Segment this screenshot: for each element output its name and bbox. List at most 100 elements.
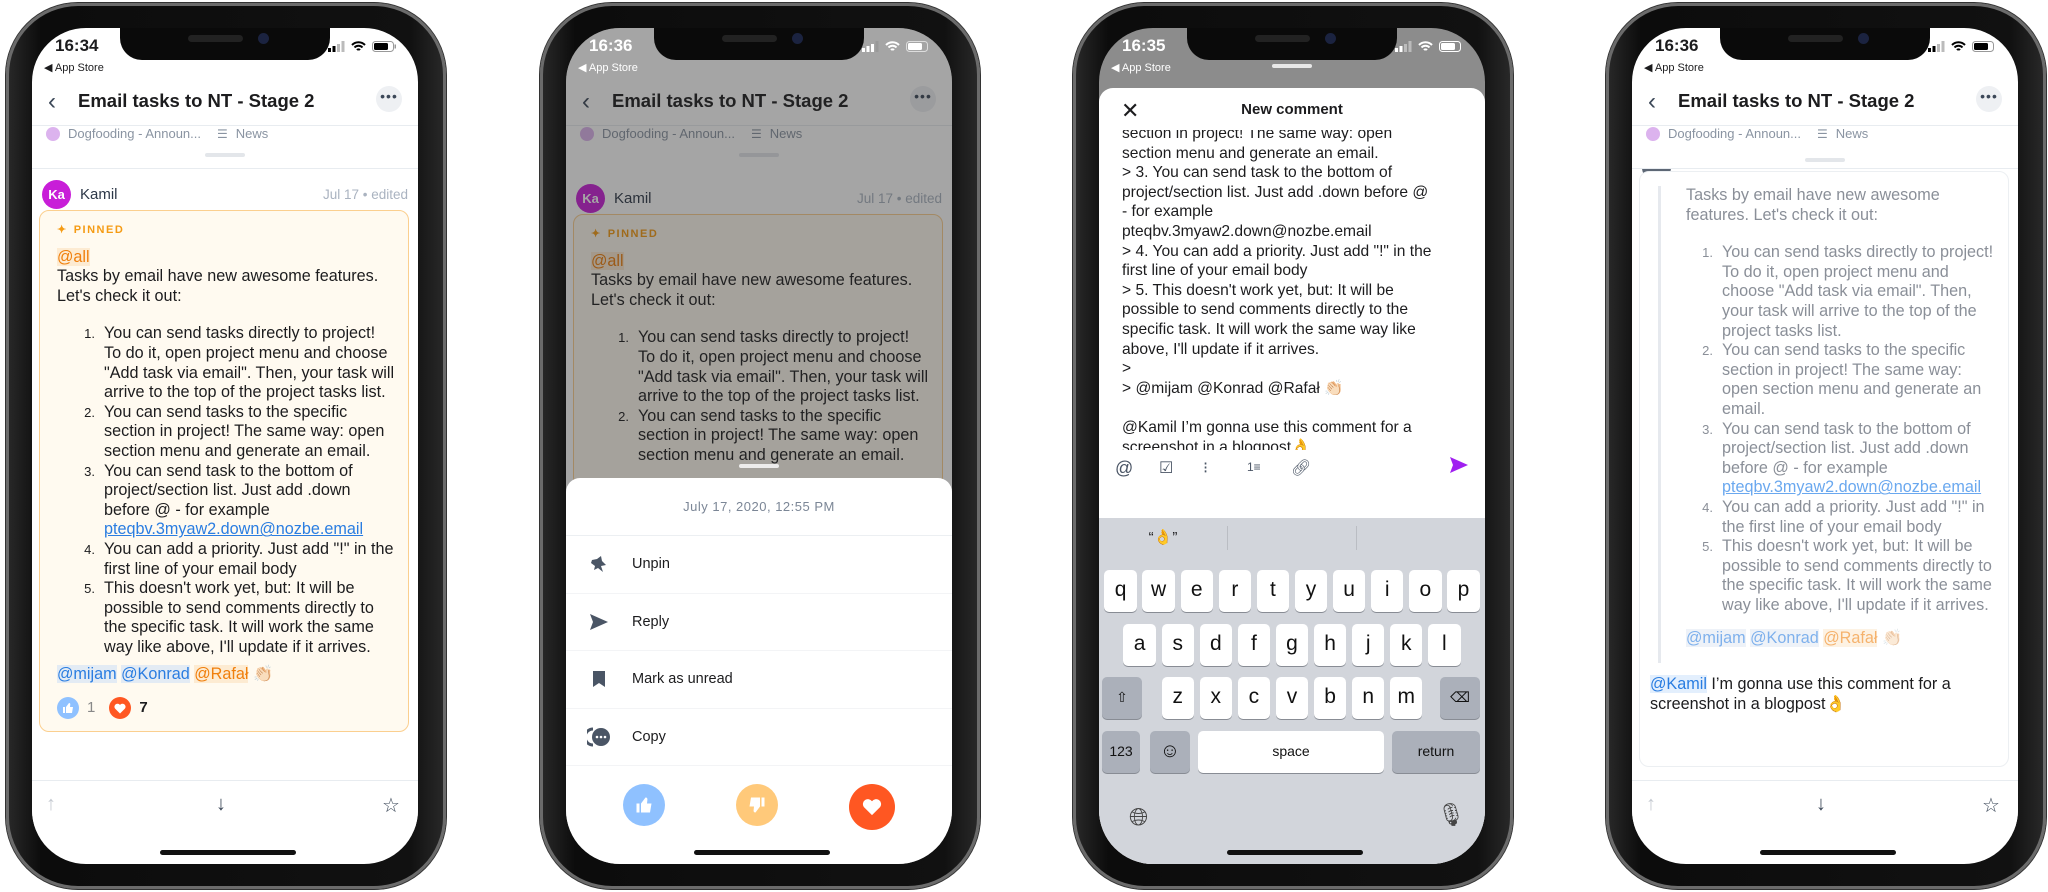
mention[interactable]: @Rafał	[194, 665, 249, 684]
composer-line: >	[1122, 360, 1132, 378]
star-icon[interactable]: ☆	[1982, 793, 2000, 818]
numbered-list-icon[interactable]: 1≡	[1247, 460, 1261, 474]
key-k[interactable]: k	[1390, 624, 1423, 666]
reaction-count: 7	[139, 699, 148, 717]
comment-card[interactable]: Tasks by email have new awesome features…	[1639, 171, 2009, 767]
heart-icon[interactable]	[109, 697, 132, 720]
return-key[interactable]: return	[1392, 731, 1480, 773]
arrow-down-icon[interactable]: ↓	[1816, 793, 1826, 816]
key-z[interactable]: z	[1161, 677, 1194, 719]
breadcrumb-section[interactable]: News	[236, 126, 269, 141]
emoji-key[interactable]: ☺	[1150, 731, 1190, 773]
comment-textarea[interactable]: section in project! The same way: open se…	[1122, 130, 1472, 450]
ellipsis-icon[interactable]: •••	[376, 86, 402, 112]
composer-line: pteqbv.3myaw2.down@nozbe.email	[1122, 222, 1372, 240]
key-l[interactable]: l	[1428, 624, 1461, 666]
action-reply[interactable]: Reply	[566, 594, 952, 651]
composer-line: above, I'll update if it arrives.	[1122, 340, 1320, 358]
key-g[interactable]: g	[1275, 624, 1309, 666]
numbers-key[interactable]: 123	[1102, 731, 1140, 773]
composer-line: section in project! The same way: open	[1122, 130, 1393, 142]
shift-key[interactable]: ⇧	[1102, 677, 1142, 719]
key-v[interactable]: v	[1275, 677, 1309, 719]
action-mark-unread[interactable]: Mark as unread	[566, 651, 952, 709]
suggestion[interactable]: “👌”	[1099, 526, 1228, 550]
microphone-icon[interactable]: 🎙︎	[1437, 802, 1465, 828]
arrow-up-icon[interactable]: ↑	[1646, 793, 1656, 816]
action-copy[interactable]: Copy	[566, 709, 952, 766]
action-unpin[interactable]: Unpin	[566, 536, 952, 594]
key-o[interactable]: o	[1409, 570, 1442, 612]
comment-author-row: Ka Kamil Jul 17 • edited	[42, 180, 408, 210]
key-r[interactable]: r	[1218, 570, 1252, 612]
key-q[interactable]: q	[1104, 570, 1137, 612]
thumbs-up-icon[interactable]	[623, 784, 666, 826]
key-p[interactable]: p	[1447, 570, 1480, 612]
ellipsis-icon[interactable]: •••	[1976, 86, 2002, 112]
wifi-icon	[1951, 41, 1966, 51]
copy-icon	[566, 727, 632, 747]
arrow-up-icon[interactable]: ↑	[46, 793, 56, 816]
back-to-app-store[interactable]: ◀ App Store	[1111, 61, 1171, 74]
breadcrumb-project[interactable]: Dogfooding - Announ...	[68, 126, 201, 141]
phone-action-sheet: 16:36 ◀ App Store ‹ Email tasks to NT - …	[540, 3, 980, 889]
key-b[interactable]: b	[1313, 677, 1347, 719]
link-icon[interactable]: 🔗︎	[1291, 458, 1311, 478]
thumbs-down-icon[interactable]	[735, 784, 778, 826]
key-i[interactable]: i	[1371, 570, 1404, 612]
mention[interactable]: @mijam	[57, 665, 117, 684]
key-c[interactable]: c	[1237, 677, 1271, 719]
send-icon[interactable]	[1449, 456, 1469, 479]
signal-icon	[328, 41, 345, 52]
key-f[interactable]: f	[1237, 624, 1271, 666]
key-t[interactable]: t	[1256, 570, 1290, 612]
suggestion[interactable]	[1228, 526, 1357, 550]
thumbs-up-icon[interactable]	[57, 697, 79, 720]
key-x[interactable]: x	[1199, 677, 1232, 719]
mention-all[interactable]: @all	[57, 247, 90, 266]
key-h[interactable]: h	[1313, 624, 1347, 666]
key-n[interactable]: n	[1352, 677, 1385, 719]
mention[interactable]: @Konrad	[121, 665, 190, 684]
email-link[interactable]: pteqbv.3myaw2.down@nozbe.email	[104, 520, 363, 538]
key-s[interactable]: s	[1161, 624, 1194, 666]
suggestion[interactable]	[1357, 526, 1485, 550]
breadcrumb-project[interactable]: Dogfooding - Announ...	[1668, 126, 1801, 141]
delete-key[interactable]: ⌫	[1440, 677, 1480, 719]
breadcrumb-section[interactable]: News	[1836, 126, 1869, 141]
status-icons	[862, 41, 930, 52]
key-a[interactable]: a	[1123, 624, 1156, 666]
email-link[interactable]: pteqbv.3myaw2.down@nozbe.email	[1722, 478, 1981, 496]
globe-icon[interactable]: 🌐︎	[1129, 804, 1148, 832]
back-to-app-store[interactable]: ◀ App Store	[578, 61, 638, 74]
bullet-list-icon[interactable]: ⁝	[1203, 458, 1208, 478]
at-icon[interactable]: @	[1115, 458, 1133, 479]
wifi-icon	[351, 41, 366, 51]
pinned-comment-card[interactable]: ✦ PINNED @all Tasks by email have new awe…	[39, 210, 409, 733]
chevron-left-icon[interactable]: ‹	[1648, 88, 1656, 116]
mentions-row: @mijam @Konrad @Rafał 👏🏻	[57, 665, 396, 685]
back-to-app-store[interactable]: ◀ App Store	[44, 61, 104, 74]
chevron-left-icon[interactable]: ‹	[48, 88, 56, 116]
pinned-text: PINNED	[73, 224, 125, 236]
star-icon[interactable]: ☆	[382, 793, 400, 818]
emoji-icon: ☺	[1159, 740, 1181, 762]
key-m[interactable]: m	[1390, 677, 1423, 719]
key-w[interactable]: w	[1142, 570, 1175, 612]
key-d[interactable]: d	[1199, 624, 1232, 666]
key-j[interactable]: j	[1352, 624, 1385, 666]
author-name: Kamil	[80, 186, 118, 203]
heart-icon[interactable]	[848, 784, 895, 830]
bookmark-icon	[566, 670, 632, 688]
mention[interactable]: @Kamil	[1650, 675, 1707, 694]
arrow-down-icon[interactable]: ↓	[216, 793, 226, 816]
wifi-icon	[885, 41, 900, 51]
backspace-icon: ⌫	[1450, 689, 1470, 705]
key-u[interactable]: u	[1332, 570, 1366, 612]
key-e[interactable]: e	[1180, 570, 1213, 612]
list-item: 2. You can send tasks to the specific sec…	[1702, 341, 1982, 418]
key-y[interactable]: y	[1294, 570, 1328, 612]
checklist-icon[interactable]: ☑	[1159, 458, 1173, 478]
back-to-app-store[interactable]: ◀ App Store	[1644, 61, 1704, 74]
space-key[interactable]: space	[1198, 731, 1384, 773]
